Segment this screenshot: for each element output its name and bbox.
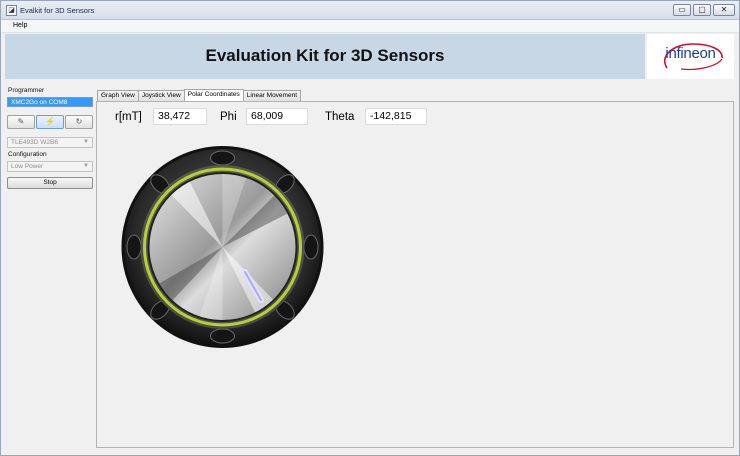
menu-help[interactable]: Help (13, 22, 27, 29)
pencil-button[interactable]: ✎ (7, 115, 35, 129)
theta-label: Theta (325, 111, 355, 123)
connect-button[interactable]: ⚡ (36, 115, 64, 129)
minimize-button[interactable]: ▭ (673, 4, 691, 16)
r-value-field: 38,472 (153, 108, 207, 125)
chevron-down-icon: ▼ (83, 139, 89, 145)
phi-value-field: 68,009 (246, 108, 308, 125)
r-label: r[mT] (115, 111, 142, 123)
title-bar[interactable]: ◪ Evalkit for 3D Sensors ▭ ▢ ✕ (1, 1, 739, 20)
theta-value-field: -142,815 (365, 108, 427, 125)
connect-icon: ⚡ (45, 117, 55, 126)
refresh-icon: ↻ (75, 117, 83, 126)
menu-bar: Help (1, 20, 739, 33)
pencil-icon: ✎ (17, 117, 25, 126)
app-icon: ◪ (6, 5, 17, 16)
programmer-list-item[interactable]: XMC2Go on COM8 (7, 97, 93, 107)
infineon-logo: infineon (647, 34, 734, 79)
window-title: Evalkit for 3D Sensors (20, 6, 95, 15)
tab-joystick-view[interactable]: Joystick View (137, 90, 185, 101)
logo-text: infineon (665, 45, 716, 62)
configuration-select[interactable]: Low Power ▼ (7, 161, 93, 172)
window-controls: ▭ ▢ ✕ (673, 4, 735, 16)
view-tabs: Graph View Joystick View Polar Coordinat… (97, 89, 302, 101)
refresh-button[interactable]: ↻ (65, 115, 93, 129)
sensor-select-value: TLE493D W2B6 (11, 139, 58, 146)
page-title: Evaluation Kit for 3D Sensors (205, 46, 445, 65)
rotary-knob (121, 146, 324, 348)
header-banner: Evaluation Kit for 3D Sensors (5, 34, 645, 79)
tab-polar-coordinates[interactable]: Polar Coordinates (183, 89, 244, 101)
configuration-select-value: Low Power (11, 163, 44, 170)
configuration-label: Configuration (8, 151, 47, 158)
programmer-toolbar: ✎ ⚡ ↻ (7, 115, 93, 129)
tab-graph-view[interactable]: Graph View (97, 90, 139, 101)
programmer-label: Programmer (8, 87, 45, 94)
maximize-button[interactable]: ▢ (693, 4, 711, 16)
stop-button[interactable]: Stop (7, 177, 93, 189)
phi-label: Phi (220, 111, 237, 123)
chevron-down-icon: ▼ (83, 163, 89, 169)
sensor-select[interactable]: TLE493D W2B6 ▼ (7, 137, 93, 148)
tab-linear-movement[interactable]: Linear Movement (242, 90, 302, 101)
app-window: ◪ Evalkit for 3D Sensors ▭ ▢ ✕ Help Eval… (0, 0, 740, 456)
close-button[interactable]: ✕ (713, 4, 735, 16)
